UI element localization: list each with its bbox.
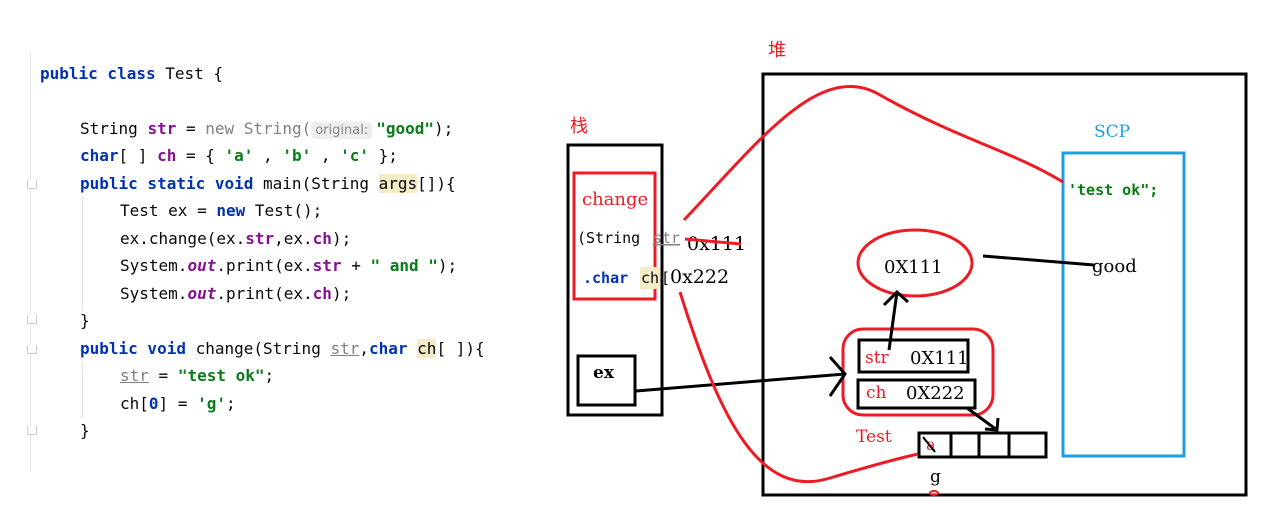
- object-label: Test: [856, 427, 892, 447]
- memory-diagram: 堆 栈 change (String str 0x111 .char ch [ …: [566, 40, 1248, 497]
- frame-param2-type: .char: [583, 269, 628, 287]
- array-cell0-new: g: [930, 467, 941, 487]
- char-array-box: [917, 431, 1048, 459]
- field-str-name: str: [865, 348, 890, 368]
- frame-param2-name: ch: [641, 269, 659, 287]
- frame-label: change: [582, 189, 648, 210]
- scp-label: SCP: [1094, 122, 1130, 142]
- ex-label: ex: [593, 363, 615, 383]
- stack-label: 栈: [570, 116, 588, 137]
- frame-param2-value: 0x222: [670, 266, 729, 288]
- str-to-test-ok-curve: [682, 85, 1064, 222]
- frame-param1-name: str: [653, 229, 680, 247]
- field-str-value: 0X111: [910, 348, 969, 369]
- heap-label: 堆: [768, 40, 786, 61]
- field-ch-value: 0X222: [906, 383, 965, 404]
- string-object-addr: 0X111: [884, 257, 943, 278]
- scp-string-good: good: [1092, 256, 1137, 277]
- string-to-good-line: [982, 254, 1095, 267]
- field-ch-name: ch: [866, 383, 887, 403]
- frame-param1-type: (String: [577, 229, 640, 247]
- mark: [929, 490, 939, 496]
- scp-string-test-ok: 'test ok";: [1068, 181, 1158, 199]
- frame-param2-bracket: [: [661, 269, 670, 287]
- ex-to-object-arrow: [635, 372, 846, 393]
